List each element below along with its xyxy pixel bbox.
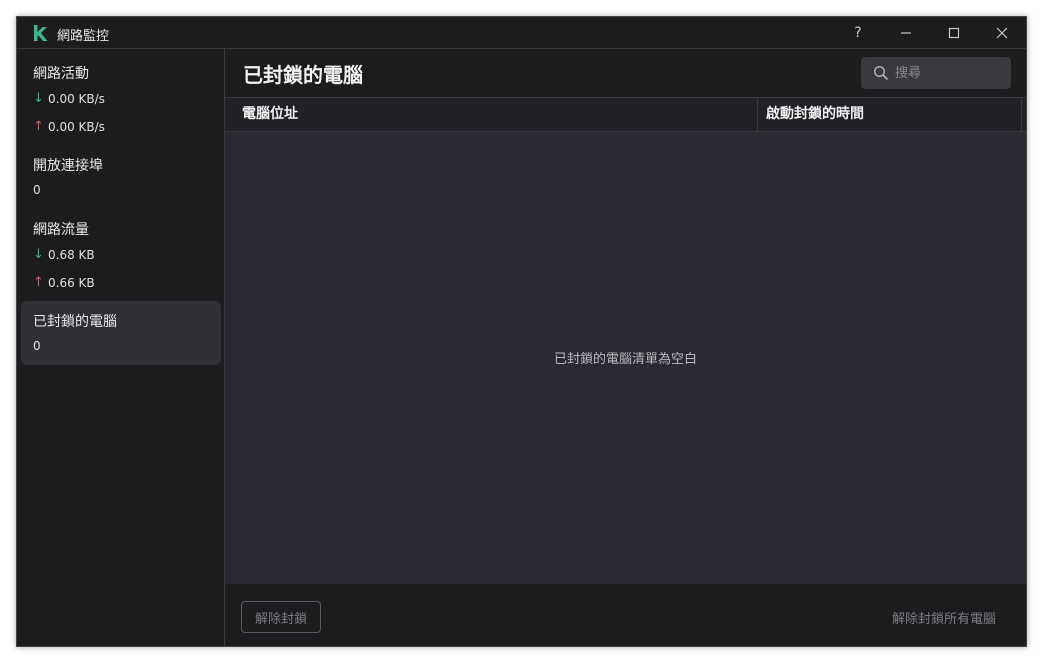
arrow-down-icon: ↓ bbox=[33, 91, 44, 106]
app-window: 網路監控 ? 網路活動 ↓ 0.00 KB/s ↑ 0.00 KB/s 開放連接… bbox=[16, 16, 1027, 647]
network-traffic-download: ↓ 0.68 KB bbox=[33, 247, 95, 262]
arrow-down-icon: ↓ bbox=[33, 247, 44, 262]
open-ports-title: 開放連接埠 bbox=[33, 158, 103, 174]
search-box[interactable] bbox=[861, 57, 1011, 89]
sidebar: 網路活動 ↓ 0.00 KB/s ↑ 0.00 KB/s 開放連接埠 0 網路流… bbox=[17, 49, 225, 646]
column-divider[interactable] bbox=[1021, 98, 1022, 131]
footer-bar: 解除封鎖 解除封鎖所有電腦 bbox=[225, 584, 1026, 646]
network-traffic-upload: ↑ 0.66 KB bbox=[33, 275, 95, 290]
upload-traffic: 0.66 KB bbox=[48, 275, 95, 290]
unblock-button[interactable]: 解除封鎖 bbox=[241, 601, 321, 633]
page-title: 已封鎖的電腦 bbox=[243, 63, 363, 87]
blocked-computers-count: 0 bbox=[33, 339, 41, 353]
blocked-computers-title: 已封鎖的電腦 bbox=[33, 314, 117, 330]
maximize-button[interactable] bbox=[930, 17, 978, 48]
minimize-icon bbox=[901, 31, 911, 34]
kaspersky-logo-icon bbox=[34, 25, 48, 41]
table-header: 電腦位址 啟動封鎖的時間 bbox=[225, 97, 1026, 132]
network-activity-title: 網路活動 bbox=[33, 66, 89, 82]
download-speed: 0.00 KB/s bbox=[48, 91, 105, 106]
network-activity-download: ↓ 0.00 KB/s bbox=[33, 91, 105, 106]
open-ports-count: 0 bbox=[33, 183, 41, 197]
window-title: 網路監控 bbox=[57, 29, 110, 44]
arrow-up-icon: ↑ bbox=[33, 275, 44, 290]
close-icon bbox=[996, 27, 1008, 38]
column-header-block-start-time[interactable]: 啟動封鎖的時間 bbox=[766, 98, 864, 131]
arrow-up-icon: ↑ bbox=[33, 119, 44, 134]
maximize-icon bbox=[948, 27, 960, 38]
help-button[interactable]: ? bbox=[834, 17, 882, 48]
title-bar[interactable]: 網路監控 ? bbox=[17, 17, 1026, 49]
unblock-all-button[interactable]: 解除封鎖所有電腦 bbox=[892, 608, 996, 627]
network-traffic-title: 網路流量 bbox=[33, 222, 89, 238]
minimize-button[interactable] bbox=[882, 17, 930, 48]
close-button[interactable] bbox=[978, 17, 1026, 48]
empty-list-message: 已封鎖的電腦清單為空白 bbox=[553, 352, 697, 367]
blocked-computers-table: 已封鎖的電腦清單為空白 bbox=[225, 132, 1026, 584]
main-panel: 已封鎖的電腦 電腦位址 啟動封鎖的時間 已封鎖的電腦清單為空白 解除封鎖 解除封… bbox=[225, 49, 1026, 646]
column-divider[interactable] bbox=[757, 98, 758, 131]
upload-speed: 0.00 KB/s bbox=[48, 119, 105, 134]
network-activity-upload: ↑ 0.00 KB/s bbox=[33, 119, 105, 134]
search-icon bbox=[873, 65, 889, 81]
search-input[interactable] bbox=[895, 57, 1005, 89]
help-icon: ? bbox=[854, 24, 862, 41]
download-traffic: 0.68 KB bbox=[48, 247, 95, 262]
column-header-computer-address[interactable]: 電腦位址 bbox=[242, 98, 298, 131]
